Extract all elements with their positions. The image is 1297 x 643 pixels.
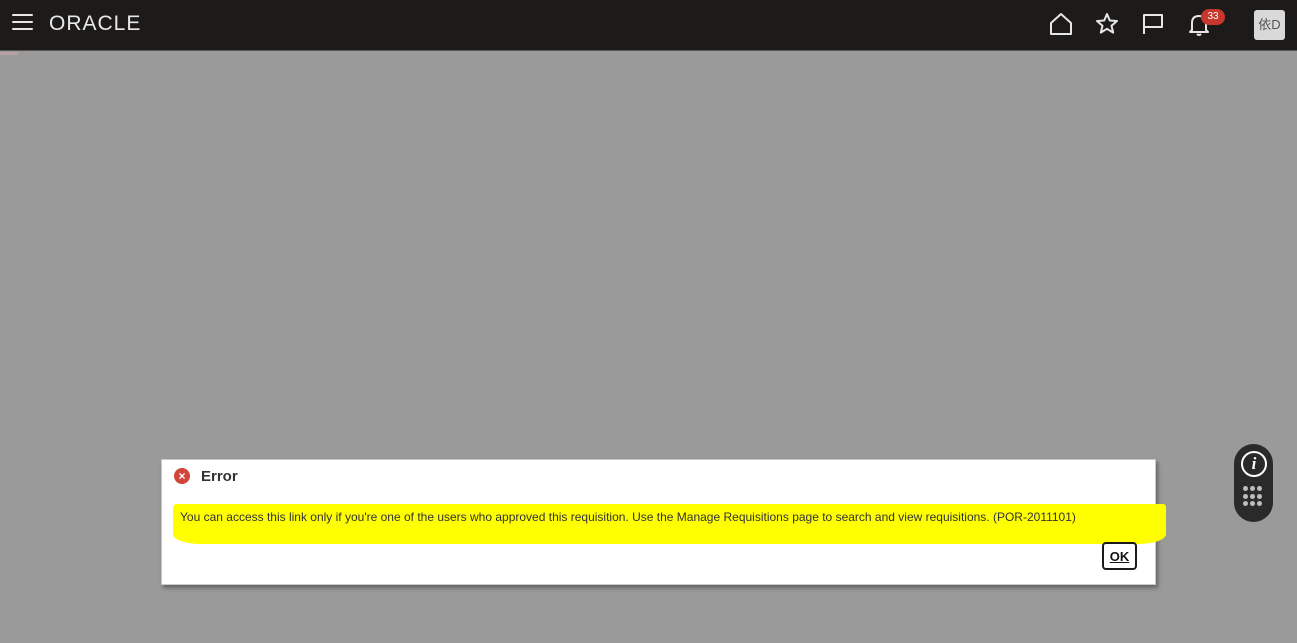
- ok-button[interactable]: OK: [1102, 542, 1137, 570]
- error-icon: ×: [174, 468, 190, 484]
- watchlist-icon[interactable]: [1139, 10, 1167, 38]
- info-icon[interactable]: i: [1241, 451, 1267, 477]
- notification-count-badge: 33: [1201, 9, 1225, 25]
- home-icon[interactable]: [1047, 10, 1075, 38]
- dialog-title: Error: [201, 468, 238, 485]
- grid-icon[interactable]: [1243, 486, 1264, 507]
- user-avatar[interactable]: 依D: [1254, 10, 1285, 40]
- page-edge-marker: [0, 52, 18, 55]
- oracle-logo[interactable]: ORACLE: [49, 12, 141, 36]
- favorites-icon[interactable]: [1093, 10, 1121, 38]
- floating-help-widget[interactable]: i: [1234, 444, 1273, 522]
- top-navigation-bar: ORACLE 33 依D: [0, 0, 1297, 51]
- error-dialog: × Error You can access this link only if…: [161, 459, 1166, 585]
- menu-icon[interactable]: [12, 14, 33, 34]
- error-message: You can access this link only if you're …: [180, 510, 1076, 524]
